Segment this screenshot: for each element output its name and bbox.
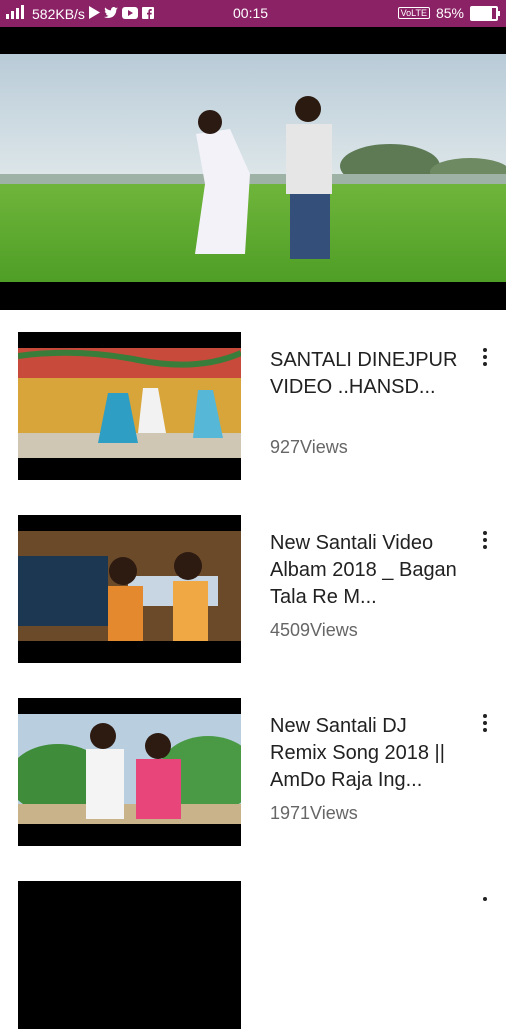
video-item-3[interactable]: New Santali DJ Remix Song 2018 || AmDo R… — [0, 676, 506, 846]
video-player[interactable] — [0, 27, 506, 310]
clock: 00:15 — [233, 5, 269, 21]
video-title[interactable]: New Santali DJ Remix Song 2018 || AmDo R… — [270, 713, 460, 794]
twitter-icon — [103, 6, 118, 22]
video-thumbnail[interactable] — [18, 515, 241, 663]
video-thumbnail[interactable] — [18, 698, 241, 846]
play-store-icon — [88, 5, 100, 22]
facebook-icon — [141, 6, 154, 22]
status-bar: 582KB/s 00:15 VoLTE 85% — [0, 0, 506, 27]
video-views: 4509Views — [270, 620, 358, 640]
signal-icon — [6, 5, 28, 22]
network-speed: 582KB/s — [32, 5, 85, 22]
video-item-2[interactable]: New Santali Video Albam 2018 _ Bagan Tal… — [0, 493, 506, 663]
video-thumbnail[interactable] — [18, 332, 241, 480]
volte-badge: VoLTE — [397, 7, 430, 19]
more-options-icon[interactable] — [480, 531, 490, 551]
video-title[interactable]: New Santali Video Albam 2018 _ Bagan Tal… — [270, 530, 460, 611]
more-options-icon[interactable] — [480, 714, 490, 734]
battery-fill — [472, 7, 493, 19]
youtube-icon — [121, 6, 138, 22]
battery-icon — [470, 5, 500, 21]
video-views: 1971Views — [270, 803, 358, 823]
thumbnail-image — [18, 714, 241, 824]
more-options-icon[interactable] — [480, 897, 490, 917]
video-frame[interactable] — [0, 54, 506, 282]
video-views: 927Views — [270, 437, 348, 457]
more-options-icon[interactable] — [480, 348, 490, 368]
video-item-4-partial[interactable] — [0, 859, 506, 1029]
thumbnail-image — [18, 348, 241, 458]
video-item-1[interactable]: SANTALI DINEJPUR VIDEO ..HANSD... 927Vie… — [0, 310, 506, 480]
thumbnail-image — [18, 531, 241, 641]
video-thumbnail[interactable] — [18, 881, 241, 1029]
video-title[interactable]: SANTALI DINEJPUR VIDEO ..HANSD... — [270, 347, 460, 401]
battery-percent: 85% — [435, 5, 464, 21]
